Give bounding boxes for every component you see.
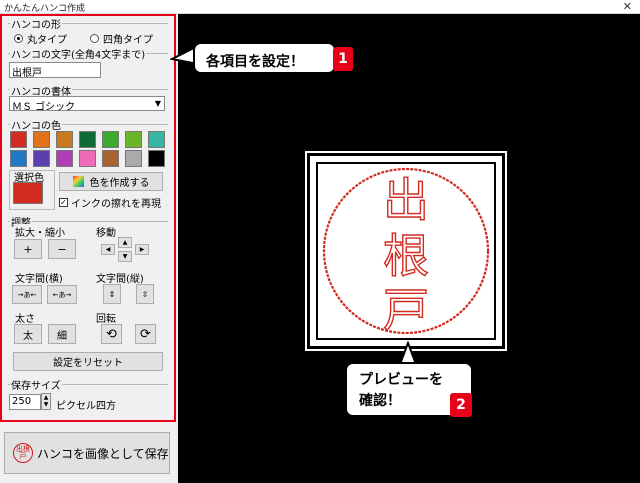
color-swatch[interactable] <box>148 131 165 148</box>
move-right-button[interactable]: ▶ <box>135 244 149 255</box>
color-swatch[interactable] <box>33 131 50 148</box>
weight-label: 太さ <box>14 310 36 325</box>
color-label: ハンコの色 <box>10 117 62 132</box>
shape-option-square: 四角タイプ <box>103 35 153 46</box>
arrow-left-icon: ◀ <box>105 246 111 253</box>
zoom-out-button[interactable]: − <box>48 239 76 259</box>
callout-one-text: 各項目を設定！ <box>206 54 304 70</box>
vspacing-narrow-icon: ⇕ <box>108 289 116 299</box>
close-icon[interactable]: ✕ <box>623 0 632 13</box>
hspacing-label: 文字間(横) <box>14 270 64 285</box>
stamp-text-input[interactable]: 出根戸 <box>9 62 101 79</box>
rotate-label: 回転 <box>95 310 117 325</box>
color-swatch[interactable] <box>125 150 142 167</box>
vspacing-narrow-button[interactable]: ⇕ <box>103 284 121 304</box>
save-image-label: ハンコを画像として保存 <box>37 446 169 461</box>
checkmark-icon: ✓ <box>59 198 68 207</box>
stamp-preview: 出 根 戸 <box>305 151 507 351</box>
hspacing-wide-button[interactable]: ←あ→ <box>47 285 77 304</box>
create-color-label: 色を作成する <box>89 178 150 189</box>
shape-option-round: 丸タイプ <box>27 35 67 46</box>
shape-radio-round[interactable]: 丸タイプ <box>14 31 67 46</box>
arrow-down-icon: ▼ <box>122 253 128 260</box>
callout-one-badge: 1 <box>333 47 353 71</box>
savesize-unit: ピクセル四方 <box>55 397 117 412</box>
weight-thin-button[interactable]: 細 <box>48 324 76 344</box>
rotate-left-icon: ⟲ <box>106 326 117 342</box>
color-swatch[interactable] <box>79 131 96 148</box>
shape-radio-square[interactable]: 四角タイプ <box>90 31 153 46</box>
vspacing-wide-icon: ⇳ <box>141 289 149 299</box>
vspacing-wide-button[interactable]: ⇳ <box>136 284 154 304</box>
move-down-button[interactable]: ▼ <box>118 251 132 262</box>
rotate-right-button[interactable]: ⟳ <box>135 324 156 344</box>
color-swatch[interactable] <box>102 150 119 167</box>
callout-two-line1: プレビューを <box>359 372 443 388</box>
window-title: かんたんハンコ作成 <box>4 4 86 14</box>
seal-icon: 出根戸 <box>13 443 33 463</box>
color-swatch[interactable] <box>125 131 142 148</box>
font-select[interactable]: ＭＳ ゴシック ▼ <box>9 96 165 113</box>
smear-label: インクの擦れを再現 <box>71 199 161 210</box>
stamp-char: 戸 <box>383 283 429 337</box>
rotate-right-icon: ⟳ <box>140 326 151 342</box>
savesize-spinner[interactable]: ▲ ▼ <box>41 393 51 410</box>
color-swatch[interactable] <box>10 150 27 167</box>
adjust-group-line <box>8 221 168 222</box>
radio-icon <box>90 34 99 43</box>
font-value: ＭＳ ゴシック <box>12 102 76 113</box>
text-label: ハンコの文字(全角4文字まで) <box>10 46 147 61</box>
hspacing-narrow-button[interactable]: →あ← <box>12 285 42 304</box>
weight-bold-button[interactable]: 太 <box>14 324 42 344</box>
move-label: 移動 <box>95 224 117 239</box>
zoom-label: 拡大・縮小 <box>14 224 66 239</box>
color-swatch[interactable] <box>79 150 96 167</box>
stamp-char: 出 <box>383 173 429 227</box>
reset-button[interactable]: 設定をリセット <box>13 352 163 371</box>
color-swatch[interactable] <box>56 131 73 148</box>
savesize-label: 保存サイズ <box>10 377 62 392</box>
color-swatch[interactable] <box>102 131 119 148</box>
color-swatch[interactable] <box>10 131 27 148</box>
savesize-input[interactable]: 250 <box>9 394 41 410</box>
smear-checkbox[interactable]: ✓ インクの擦れを再現 <box>59 195 161 210</box>
create-color-button[interactable]: 色を作成する <box>59 172 163 191</box>
stamp-char: 根 <box>383 229 429 283</box>
title-bar: かんたんハンコ作成 ✕ <box>0 0 640 14</box>
move-up-button[interactable]: ▲ <box>118 237 132 248</box>
shape-label: ハンコの形 <box>10 16 62 31</box>
selected-color-swatch <box>13 182 43 204</box>
color-swatch[interactable] <box>33 150 50 167</box>
arrow-right-icon: ▶ <box>139 246 145 253</box>
dropdown-arrow-icon: ▼ <box>154 99 161 108</box>
callout-two-badge: 2 <box>450 393 472 417</box>
color-swatch[interactable] <box>56 150 73 167</box>
vspacing-label: 文字間(縦) <box>95 270 145 285</box>
radio-selected-icon <box>14 34 23 43</box>
arrow-up-icon: ▲ <box>122 239 128 246</box>
color-swatch[interactable] <box>148 150 165 167</box>
zoom-in-button[interactable]: + <box>14 239 42 259</box>
save-image-button[interactable]: 出根戸 ハンコを画像として保存 <box>4 432 170 474</box>
stamp-image: 出 根 戸 <box>322 167 490 338</box>
move-left-button[interactable]: ◀ <box>101 244 115 255</box>
callout-one: 各項目を設定！ <box>193 42 336 74</box>
rotate-left-button[interactable]: ⟲ <box>101 324 122 344</box>
palette-icon <box>72 176 84 187</box>
stamp-inner-frame: 出 根 戸 <box>316 162 496 340</box>
